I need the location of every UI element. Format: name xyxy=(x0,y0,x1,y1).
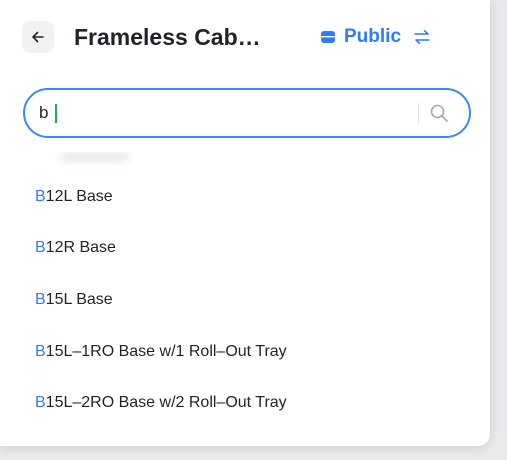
search-box xyxy=(23,88,471,138)
result-text: 12R Base xyxy=(45,239,116,256)
panel-header: Frameless Cab… Public xyxy=(0,0,490,76)
search-result-item[interactable]: B12L Base xyxy=(0,171,490,223)
background-strip xyxy=(489,0,507,460)
scope-label: Public xyxy=(344,26,402,47)
result-match: B xyxy=(35,188,46,205)
result-match: B xyxy=(35,239,46,256)
result-match: B xyxy=(35,394,46,411)
catalog-title: Frameless Cab… xyxy=(74,24,261,50)
result-text: 12L Base xyxy=(45,188,113,205)
result-text: 15L–2RO Base w/2 Roll–Out Tray xyxy=(45,394,287,411)
search-result-item[interactable]: B15L Base xyxy=(0,274,490,326)
search-result-item[interactable]: B15L–2RO Base w/2 Roll–Out Tray xyxy=(0,377,490,429)
result-match: B xyxy=(35,343,46,360)
swap-icon xyxy=(414,30,430,44)
blurred-item xyxy=(60,152,130,162)
scroll-fade xyxy=(0,152,490,172)
catalog-search-panel: Frameless Cab… Public B12L Base xyxy=(0,0,490,446)
search-divider xyxy=(418,103,419,123)
back-button[interactable] xyxy=(22,21,54,53)
search-icon[interactable] xyxy=(429,103,449,123)
search-input[interactable] xyxy=(39,90,419,136)
result-text: 15L Base xyxy=(45,291,113,308)
search-result-item[interactable]: B12R Base xyxy=(0,222,490,274)
text-caret xyxy=(55,104,57,123)
search-results: B12L Base B12R Base B15L Base B15L–1RO B… xyxy=(0,152,490,442)
arrow-left-icon xyxy=(32,31,44,43)
scope-switcher[interactable]: Public xyxy=(320,21,431,53)
search-result-item[interactable]: B15L–1RO Base w/1 Roll–Out Tray xyxy=(0,326,490,378)
result-text: 15L–1RO Base w/1 Roll–Out Tray xyxy=(45,343,287,360)
result-match: B xyxy=(35,291,46,308)
database-icon xyxy=(321,31,335,43)
